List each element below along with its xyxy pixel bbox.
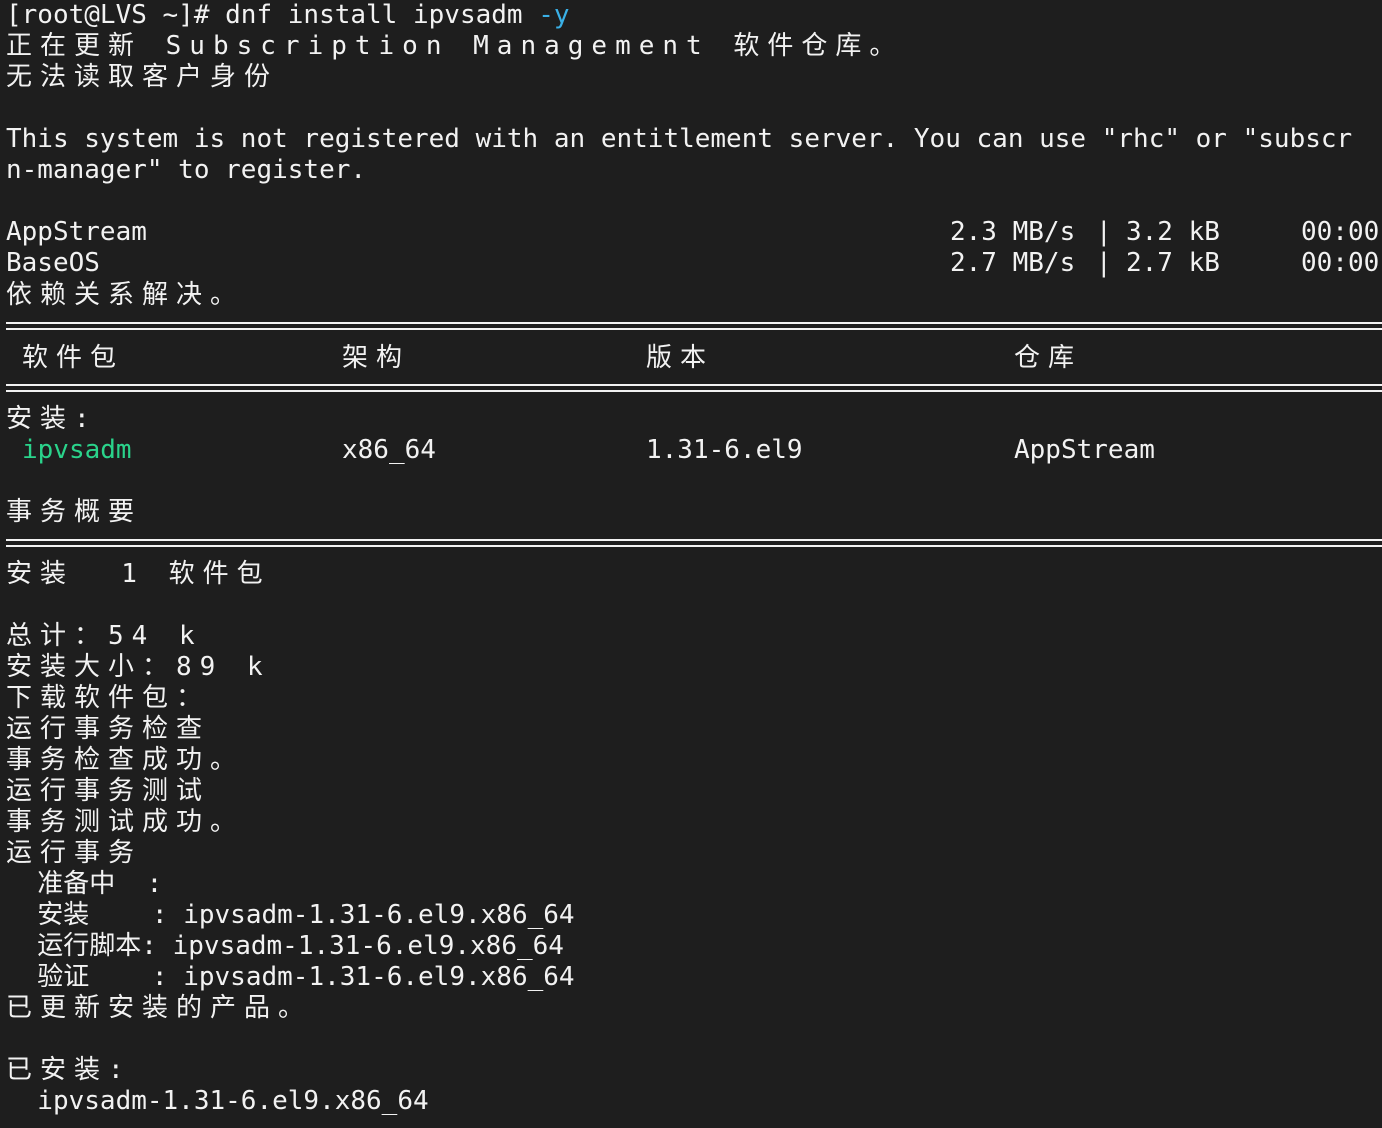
total-line: 总计：54 k <box>6 621 203 651</box>
command-prompt-line: [root@LVS ~]# dnf install ipvsadm -y <box>6 0 570 31</box>
install-size-line: 安装大小：89 k <box>6 652 271 682</box>
repo-divider: | <box>1096 217 1112 247</box>
repo-size: 3.2 kB <box>1126 217 1220 247</box>
installed-heading: 已安装: <box>6 1055 132 1085</box>
repo-name: BaseOS <box>6 248 100 278</box>
row-package: ipvsadm <box>22 435 132 465</box>
separator <box>6 322 1382 330</box>
test-ok-line: 事务测试成功。 <box>6 807 245 837</box>
row-arch: x86_64 <box>342 435 436 465</box>
repo-size: 2.7 kB <box>1126 248 1220 278</box>
no-identity-line: 无法读取客户身份 <box>6 62 279 92</box>
updating-line: 正在更新 Subscription Management 软件仓库。 <box>6 31 904 61</box>
repo-speed: 2.3 MB/s <box>950 217 1076 247</box>
repo-name: AppStream <box>6 217 147 247</box>
separator <box>6 539 1382 547</box>
prompt-flag: -y <box>538 0 570 30</box>
repo-time: 00:00 <box>1301 248 1380 278</box>
resolving-line: 依赖关系解决。 <box>6 280 245 310</box>
row-version: 1.31-6.el9 <box>646 435 803 465</box>
header-repo: 仓库 <box>1014 343 1083 373</box>
installed-package-line: ipvsadm-1.31-6.el9.x86_64 <box>6 1086 429 1116</box>
repo-speed: 2.7 MB/s <box>950 248 1076 278</box>
not-registered-line-2: n-manager" to register. <box>6 155 367 185</box>
preparing-line: 准备中 : <box>6 869 163 899</box>
install-count-line: 安装 1 软件包 <box>6 559 271 589</box>
updated-line: 已更新安装的产品。 <box>6 993 313 1023</box>
separator <box>6 384 1382 392</box>
running-test-line: 运行事务测试 <box>6 776 211 806</box>
check-ok-line: 事务检查成功。 <box>6 745 245 775</box>
installing-line: 安装 : ipvsadm-1.31-6.el9.x86_64 <box>6 900 575 930</box>
scriptlet-line: 运行脚本: ipvsadm-1.31-6.el9.x86_64 <box>6 931 564 961</box>
header-version: 版本 <box>646 343 715 373</box>
running-check-line: 运行事务检查 <box>6 714 211 744</box>
summary-heading: 事务概要 <box>6 497 143 527</box>
downloading-line: 下载软件包： <box>6 683 211 713</box>
verifying-line: 验证 : ipvsadm-1.31-6.el9.x86_64 <box>6 962 575 992</box>
header-arch: 架构 <box>342 343 411 373</box>
terminal-window[interactable]: [root@LVS ~]# dnf install ipvsadm -y 正在更… <box>0 0 1382 1128</box>
prompt-command: [root@LVS ~]# dnf install ipvsadm <box>6 0 539 30</box>
header-package: 软件包 <box>22 343 125 373</box>
repo-divider: | <box>1096 248 1112 278</box>
not-registered-line-1: This system is not registered with an en… <box>6 124 1353 154</box>
running-tx-line: 运行事务 <box>6 838 143 868</box>
repo-time: 00:00 <box>1301 217 1380 247</box>
install-heading: 安装: <box>6 404 98 434</box>
row-repo: AppStream <box>1014 435 1155 465</box>
